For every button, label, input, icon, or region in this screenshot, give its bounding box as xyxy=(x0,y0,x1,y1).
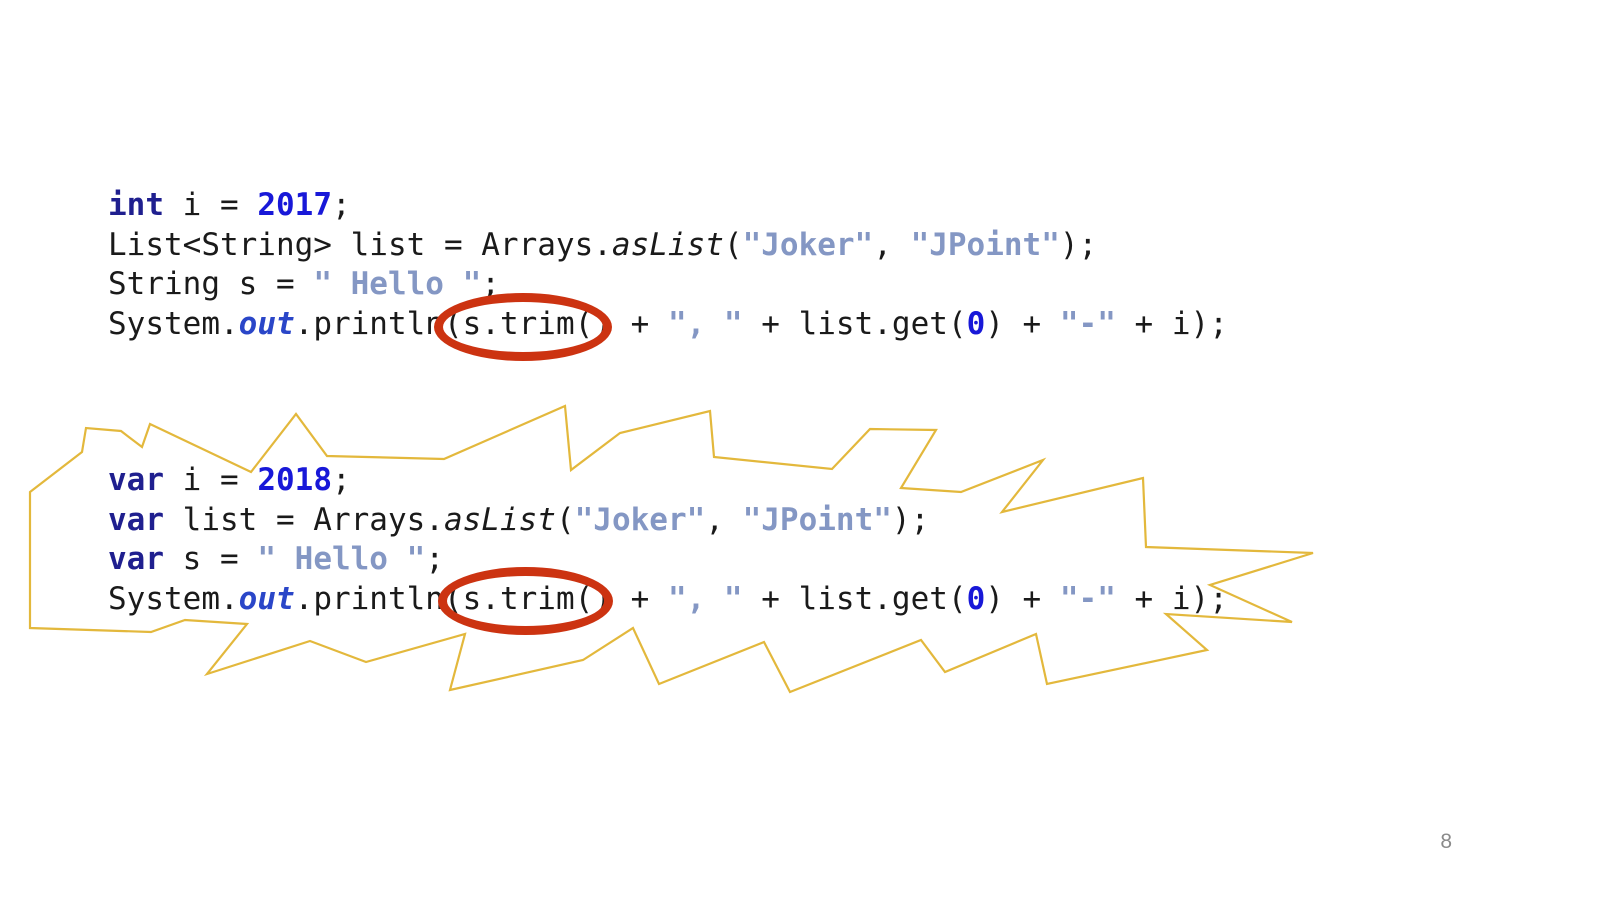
code-token-plain: , xyxy=(705,501,743,538)
code-token-str: " Hello " xyxy=(313,266,482,302)
code-token-plain: + list.get( xyxy=(742,580,967,617)
code-token-num: 0 xyxy=(966,305,986,342)
code-token-str: " Hello " xyxy=(257,541,426,577)
code-token-str: "-" xyxy=(1059,305,1116,342)
code-token-kw: var xyxy=(108,462,164,498)
code-token-str: "JPoint" xyxy=(742,501,892,538)
code-line: var s = " Hello "; xyxy=(108,540,1228,580)
code-line: List<String> list = Arrays.asList("Joker… xyxy=(108,226,1228,266)
code-token-field: out xyxy=(238,580,295,617)
red-ellipse-annotation-trim-2 xyxy=(438,567,613,635)
code-token-num: 0 xyxy=(966,580,986,617)
code-token-plain: System. xyxy=(108,580,239,617)
red-ellipse-annotation-trim-1 xyxy=(434,293,612,361)
code-token-plain: + i); xyxy=(1115,305,1228,342)
code-token-plain: ; xyxy=(331,462,351,498)
code-token-plain: , xyxy=(873,226,911,263)
code-token-kw: var xyxy=(108,541,164,577)
page-number: 8 xyxy=(1440,830,1452,853)
code-token-plain: List<String> list = Arrays. xyxy=(108,226,612,263)
code-block-var: var i = 2018; var list = Arrays.asList("J… xyxy=(108,461,1228,619)
code-token-str: "Joker" xyxy=(574,501,706,538)
code-token-kw: var xyxy=(108,501,164,538)
code-token-plain: System. xyxy=(108,305,239,342)
code-token-plain: + list.get( xyxy=(742,305,967,342)
code-token-str: "JPoint" xyxy=(910,226,1060,263)
code-token-plain: ( xyxy=(555,501,575,538)
code-token-plain: ) + xyxy=(985,580,1060,617)
code-line: System.out.println(s.trim() + ", " + lis… xyxy=(108,580,1228,620)
code-line: System.out.println(s.trim() + ", " + lis… xyxy=(108,305,1228,345)
code-token-plain: i = xyxy=(164,462,258,498)
slide-canvas: int i = 2017; List<String> list = Arrays.… xyxy=(0,0,1600,900)
code-token-field: out xyxy=(238,305,295,342)
code-line: int i = 2017; xyxy=(108,186,1228,226)
code-token-plain: ; xyxy=(331,187,351,223)
code-line: var list = Arrays.asList("Joker", "JPoin… xyxy=(108,501,1228,541)
code-token-meth: asList xyxy=(443,501,556,538)
code-block-java7: int i = 2017; List<String> list = Arrays.… xyxy=(108,186,1228,344)
code-line: String s = " Hello "; xyxy=(108,265,1228,305)
code-token-plain: i = xyxy=(164,187,258,223)
starburst-shape xyxy=(28,404,1314,694)
code-token-plain: ; xyxy=(425,541,444,577)
code-token-num: 2017 xyxy=(257,187,332,223)
code-token-str: "Joker" xyxy=(742,226,874,263)
code-token-meth: asList xyxy=(611,226,724,263)
code-token-str: "-" xyxy=(1059,580,1116,617)
code-token-plain: ) + xyxy=(985,305,1060,342)
code-token-plain: String s = xyxy=(108,266,314,302)
code-token-plain: + i); xyxy=(1115,580,1228,617)
code-token-num: 2018 xyxy=(257,462,332,498)
code-token-kw: int xyxy=(108,187,164,223)
code-token-plain: ( xyxy=(723,226,743,263)
code-token-plain: s = xyxy=(164,541,258,577)
code-token-plain: ); xyxy=(891,501,930,538)
code-token-plain: list = Arrays. xyxy=(164,501,444,538)
code-token-str: ", " xyxy=(667,305,743,342)
code-token-str: ", " xyxy=(667,580,743,617)
code-line: var i = 2018; xyxy=(108,461,1228,501)
code-token-plain: ); xyxy=(1059,226,1098,263)
